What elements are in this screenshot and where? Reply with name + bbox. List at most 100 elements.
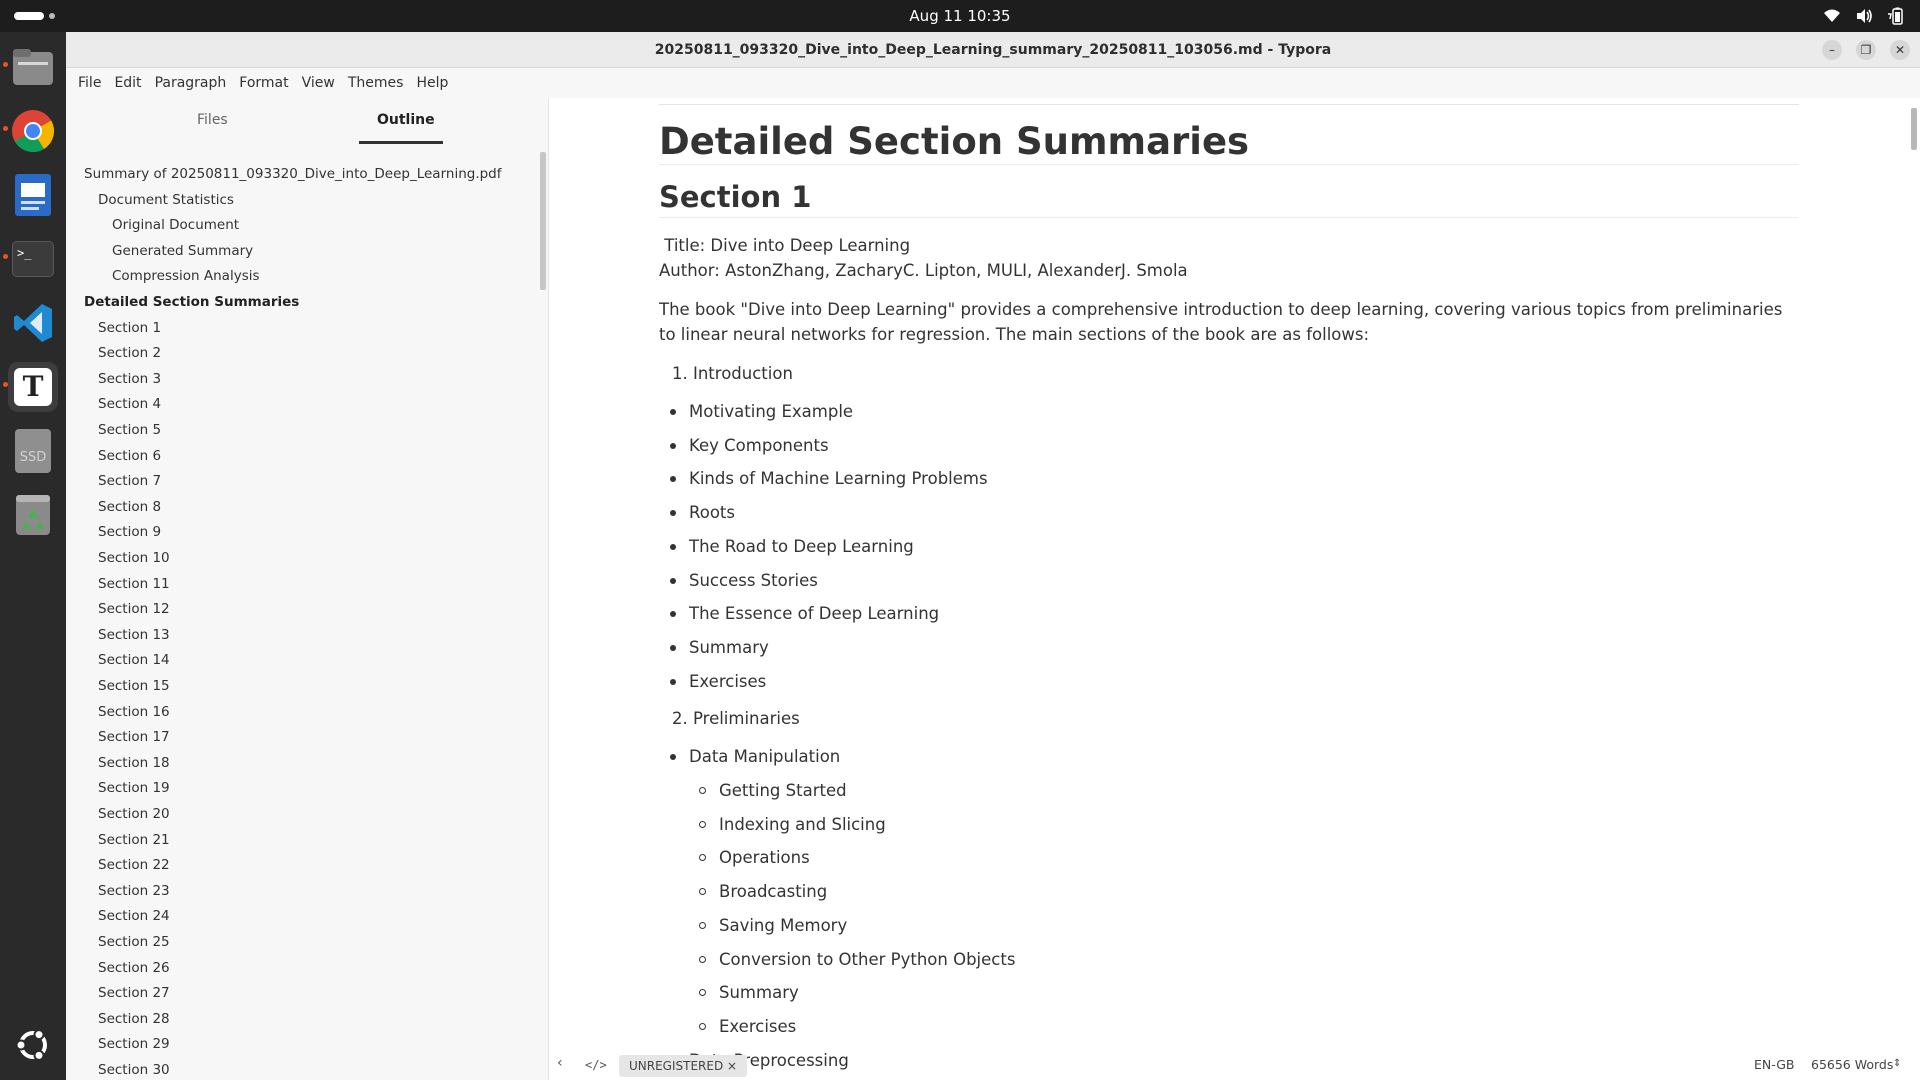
sub-list-item[interactable]: Summary [719, 982, 799, 1004]
sub-list-item[interactable]: Saving Memory [719, 915, 847, 937]
window-title-bar[interactable]: 20250811_093320_Dive_into_Deep_Learning_… [66, 32, 1920, 68]
list-item[interactable]: Data Manipulation [689, 746, 840, 768]
typora-icon[interactable]: T [8, 362, 58, 412]
outline-item[interactable]: Section 20 [98, 805, 170, 823]
heading-1[interactable]: Detailed Section Summaries [659, 120, 1249, 163]
list-item[interactable]: Exercises [689, 671, 766, 693]
outline-item[interactable]: Section 1 [98, 319, 161, 337]
outline-item[interactable]: Original Document [112, 216, 239, 234]
divider [659, 104, 1799, 105]
outline-item[interactable]: Section 4 [98, 395, 161, 413]
outline-item[interactable]: Detailed Section Summaries [84, 293, 299, 311]
unregistered-badge[interactable]: UNREGISTERED × [619, 1055, 748, 1077]
ubuntu-apps-icon[interactable] [8, 1020, 58, 1070]
tab-outline[interactable]: Outline [377, 112, 435, 128]
menu-format[interactable]: Format [233, 68, 294, 98]
volume-icon[interactable] [1854, 6, 1874, 26]
outline-item[interactable]: Section 28 [98, 1010, 170, 1028]
tab-files[interactable]: Files [197, 112, 228, 128]
author-line[interactable]: Author: AstonZhang, ZacharyC. Lipton, MU… [659, 258, 1188, 283]
sub-list-item[interactable]: Operations [719, 847, 810, 869]
chrome-icon[interactable] [8, 106, 58, 156]
outline-item[interactable]: Section 10 [98, 549, 170, 567]
outline-item[interactable]: Section 19 [98, 779, 170, 797]
sub-list-item[interactable]: Getting Started [719, 780, 847, 802]
battery-icon[interactable] [1886, 6, 1906, 26]
title-line[interactable]: Title: Dive into Deep Learning [659, 233, 910, 258]
list-item[interactable]: Success Stories [689, 570, 818, 592]
list-item[interactable]: Roots [689, 502, 735, 524]
outline-item[interactable]: Section 29 [98, 1035, 170, 1053]
outline-item[interactable]: Section 8 [98, 498, 161, 516]
divider [659, 217, 1799, 218]
list-item[interactable]: Summary [689, 637, 769, 659]
trash-icon[interactable] [8, 490, 58, 540]
outline-item[interactable]: Section 30 [98, 1061, 170, 1079]
system-tray[interactable] [1822, 6, 1906, 26]
list-item[interactable]: The Essence of Deep Learning [689, 603, 939, 625]
writer-icon[interactable] [8, 170, 58, 220]
menu-file[interactable]: File [72, 68, 107, 98]
menu-paragraph[interactable]: Paragraph [149, 68, 233, 98]
close-button[interactable]: ✕ [1890, 40, 1910, 60]
outline-item[interactable]: Section 11 [98, 575, 170, 593]
outline-item[interactable]: Section 3 [98, 370, 161, 388]
outline-item[interactable]: Document Statistics [98, 191, 234, 209]
outline-item[interactable]: Section 15 [98, 677, 170, 695]
outline-item[interactable]: Section 26 [98, 959, 170, 977]
outline-item[interactable]: Section 24 [98, 907, 170, 925]
word-count[interactable]: 65656 Words [1811, 1057, 1893, 1072]
menu-themes[interactable]: Themes [342, 68, 410, 98]
sub-list-item[interactable]: Indexing and Slicing [719, 814, 886, 836]
ordered-list-item[interactable]: 2. Preliminaries [672, 708, 800, 730]
ordered-list-item[interactable]: 1. Introduction [672, 363, 793, 385]
maximize-button[interactable]: ❐ [1856, 40, 1876, 60]
ssd-drive-icon[interactable]: SSD [8, 426, 58, 476]
sub-list-item[interactable]: Broadcasting [719, 881, 827, 903]
editor[interactable]: Detailed Section Summaries Section 1 Tit… [549, 98, 1920, 1080]
outline-item[interactable]: Section 12 [98, 600, 170, 618]
outline-item[interactable]: Section 2 [98, 344, 161, 362]
circle-marker [699, 787, 706, 794]
files-icon[interactable] [8, 42, 58, 92]
list-item[interactable]: Kinds of Machine Learning Problems [689, 468, 988, 490]
list-item[interactable]: The Road to Deep Learning [689, 536, 914, 558]
menu-view[interactable]: View [296, 68, 341, 98]
source-code-mode-button[interactable]: </> [585, 1058, 607, 1072]
vscode-icon[interactable] [8, 298, 58, 348]
outline-item[interactable]: Section 9 [98, 523, 161, 541]
menu-help[interactable]: Help [410, 68, 454, 98]
outline-item[interactable]: Compression Analysis [112, 267, 260, 285]
intro-paragraph[interactable]: The book "Dive into Deep Learning" provi… [659, 297, 1799, 347]
outline-item[interactable]: Generated Summary [112, 242, 253, 260]
outline-item[interactable]: Section 6 [98, 447, 161, 465]
chevron-up-down-icon[interactable]: ⇕ [1893, 1058, 1901, 1069]
outline-item[interactable]: Section 5 [98, 421, 161, 439]
editor-scrollbar[interactable] [1911, 108, 1917, 150]
outline-item[interactable]: Section 25 [98, 933, 170, 951]
sub-list-item[interactable]: Conversion to Other Python Objects [719, 949, 1015, 971]
outline-item[interactable]: Section 23 [98, 882, 170, 900]
sidebar-scrollbar[interactable] [540, 152, 546, 290]
outline-item[interactable]: Summary of 20250811_093320_Dive_into_Dee… [84, 165, 502, 183]
wifi-icon[interactable] [1822, 6, 1842, 26]
sub-list-item[interactable]: Exercises [719, 1016, 796, 1038]
language-indicator[interactable]: EN-GB [1754, 1057, 1794, 1072]
outline-item[interactable]: Section 21 [98, 831, 170, 849]
outline-item[interactable]: Section 14 [98, 651, 170, 669]
minimize-button[interactable]: – [1822, 40, 1842, 60]
list-item[interactable]: Motivating Example [689, 401, 853, 423]
outline-item[interactable]: Section 13 [98, 626, 170, 644]
heading-2[interactable]: Section 1 [659, 180, 811, 214]
toggle-sidebar-button[interactable]: ‹ [557, 1055, 563, 1071]
list-item[interactable]: Key Components [689, 435, 829, 457]
terminal-icon[interactable]: >_ [8, 234, 58, 284]
outline-item[interactable]: Section 22 [98, 856, 170, 874]
outline-item[interactable]: Section 16 [98, 703, 170, 721]
outline-item[interactable]: Section 7 [98, 472, 161, 490]
menu-edit[interactable]: Edit [108, 68, 147, 98]
clock[interactable]: Aug 11 10:35 [0, 0, 1920, 32]
outline-item[interactable]: Section 18 [98, 754, 170, 772]
outline-item[interactable]: Section 27 [98, 984, 170, 1002]
outline-item[interactable]: Section 17 [98, 728, 170, 746]
